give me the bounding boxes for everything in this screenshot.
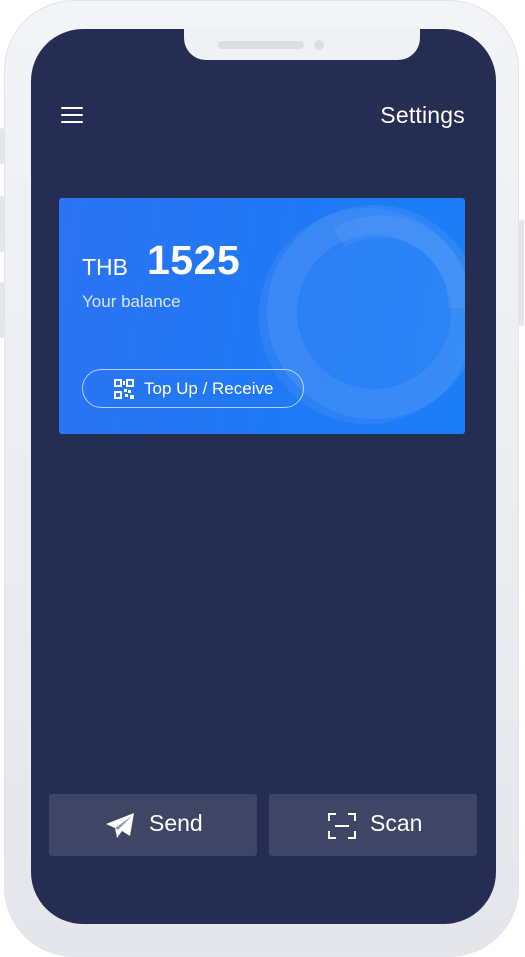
paper-plane-icon (106, 813, 134, 838)
top-up-receive-label: Top Up / Receive (144, 379, 274, 398)
balance-card: THB 1525 Your balance Top Up / Receive (59, 198, 465, 434)
top-up-receive-button[interactable]: Top Up / Receive (82, 369, 304, 408)
app-screen: Settings THB 1525 Your balance Top Up / … (31, 29, 496, 924)
scan-frame-icon (328, 813, 356, 839)
side-button-left-2 (0, 196, 4, 252)
scan-button[interactable]: Scan (269, 794, 477, 856)
send-button[interactable]: Send (49, 794, 257, 856)
balance-currency: THB (82, 254, 128, 280)
settings-link[interactable]: Settings (380, 102, 465, 129)
qr-code-icon (114, 379, 134, 399)
phone-notch (184, 29, 420, 60)
side-button-right (519, 220, 524, 326)
balance-label: Your balance (82, 292, 181, 311)
send-label: Send (149, 810, 203, 836)
scan-label: Scan (370, 810, 423, 836)
balance-amount: 1525 (147, 237, 241, 283)
hamburger-menu-icon[interactable] (61, 107, 83, 125)
side-button-left-1 (0, 128, 4, 164)
side-button-left-3 (0, 282, 4, 338)
